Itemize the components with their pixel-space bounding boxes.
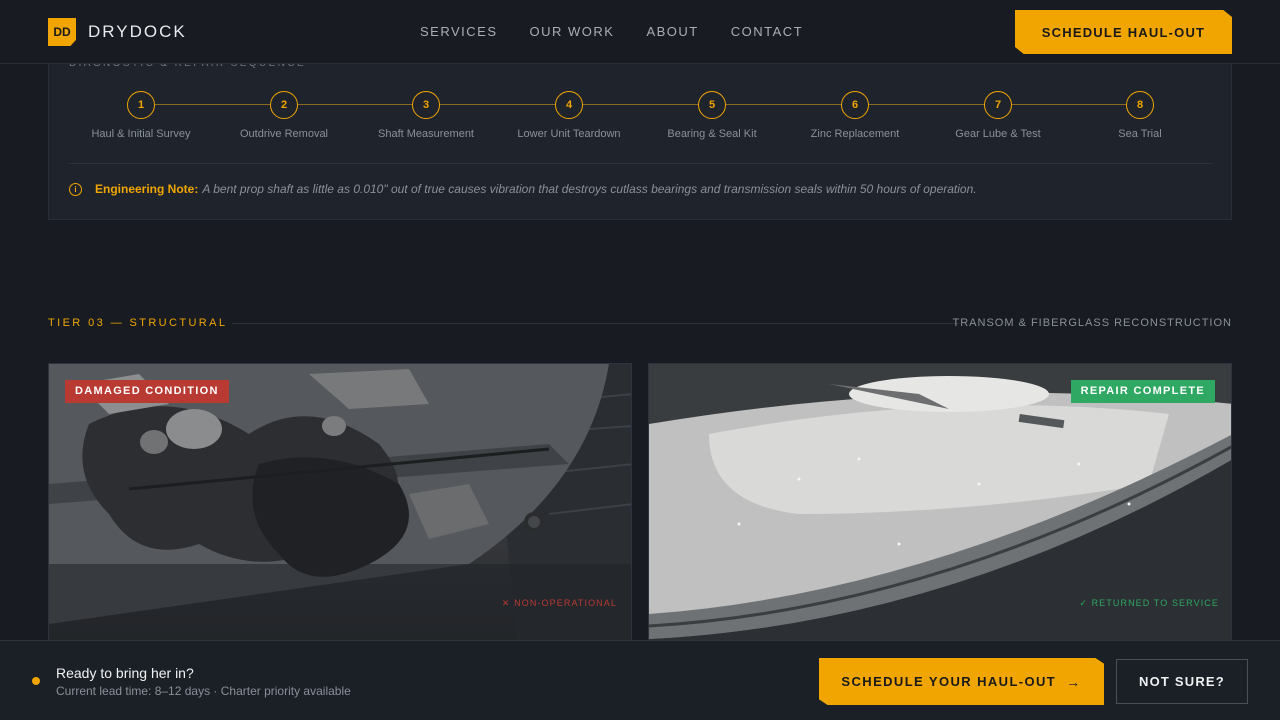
step-label: Zinc Replacement	[810, 128, 900, 140]
after-photo-card[interactable]: REPAIR COMPLETE ✓ RETURNED TO SERVICE	[648, 363, 1232, 653]
process-step: 4 Lower Unit Teardown	[504, 91, 634, 140]
schedule-your-haul-out-button[interactable]: SCHEDULE YOUR HAUL-OUT →	[819, 658, 1104, 705]
sticky-cta-bar: Ready to bring her in? Current lead time…	[0, 640, 1280, 720]
tier-divider	[232, 323, 959, 324]
step-number: 7	[984, 91, 1012, 119]
note-text: A bent prop shaft as little as 0.010" ou…	[202, 182, 977, 196]
before-photo-card[interactable]: DAMAGED CONDITION ✕ NON-OPERATIONAL	[48, 363, 632, 653]
process-step: 6 Zinc Replacement	[790, 91, 920, 140]
nav-our-work[interactable]: OUR WORK	[530, 24, 615, 39]
repair-complete-badge: REPAIR COMPLETE	[1070, 380, 1215, 403]
nav-about[interactable]: ABOUT	[646, 24, 698, 39]
process-step: 1 Haul & Initial Survey	[76, 91, 206, 140]
step-label: Sea Trial	[1118, 128, 1162, 140]
process-step: 7 Gear Lube & Test	[933, 91, 1063, 140]
step-number: 6	[841, 91, 869, 119]
note-label: Engineering Note:	[95, 182, 199, 196]
process-step: 2 Outdrive Removal	[219, 91, 349, 140]
step-label: Gear Lube & Test	[955, 128, 1041, 140]
main-nav: SERVICES OUR WORK ABOUT CONTACT	[420, 24, 803, 39]
primary-button-label: SCHEDULE YOUR HAUL-OUT	[841, 674, 1057, 689]
arrow-right-icon: →	[1066, 673, 1082, 690]
status-returned-to-service: ✓ RETURNED TO SERVICE	[1079, 598, 1219, 608]
damaged-condition-badge: DAMAGED CONDITION	[65, 380, 229, 403]
process-step: 3 Shaft Measurement	[361, 91, 491, 140]
tier-label: TIER 03 — STRUCTURAL	[48, 317, 228, 329]
logo-mark: DD	[48, 18, 76, 46]
step-number: 2	[270, 91, 298, 119]
step-label: Haul & Initial Survey	[91, 128, 191, 140]
repair-sequence-panel: DIAGNOSTIC & REPAIR SEQUENCE 1 Haul & In…	[48, 42, 1232, 220]
tier-subtitle: TRANSOM & FIBERGLASS RECONSTRUCTION	[952, 317, 1232, 329]
status-non-operational: ✕ NON-OPERATIONAL	[501, 598, 617, 608]
step-label: Bearing & Seal Kit	[667, 128, 757, 140]
step-label: Outdrive Removal	[239, 128, 329, 140]
damaged-hull-photo	[49, 364, 631, 652]
nav-services[interactable]: SERVICES	[420, 24, 498, 39]
info-icon: i	[69, 182, 82, 196]
status-dot-icon	[32, 677, 40, 685]
process-step: 8 Sea Trial	[1075, 91, 1205, 140]
brand-name: DRYDOCK	[88, 22, 187, 41]
step-label: Lower Unit Teardown	[517, 128, 621, 140]
step-label: Shaft Measurement	[378, 128, 474, 140]
repaired-hull-photo	[649, 364, 1231, 652]
process-step: 5 Bearing & Seal Kit	[647, 91, 777, 140]
step-number: 1	[127, 91, 155, 119]
step-number: 3	[412, 91, 440, 119]
site-header: DD DRYDOCK SERVICES OUR WORK ABOUT CONTA…	[0, 0, 1280, 64]
step-number: 5	[698, 91, 726, 119]
not-sure-button[interactable]: NOT SURE?	[1116, 659, 1248, 704]
schedule-haul-out-button[interactable]: SCHEDULE HAUL-OUT	[1015, 10, 1232, 54]
nav-contact[interactable]: CONTACT	[731, 24, 803, 39]
cta-subtitle: Current lead time: 8–12 days · Charter p…	[56, 684, 351, 698]
step-number: 8	[1126, 91, 1154, 119]
logo[interactable]: DD DRYDOCK	[48, 18, 187, 46]
cta-title: Ready to bring her in?	[56, 665, 194, 681]
divider	[69, 163, 1213, 164]
step-number: 4	[555, 91, 583, 119]
engineering-note: i Engineering Note: A bent prop shaft as…	[69, 182, 977, 196]
